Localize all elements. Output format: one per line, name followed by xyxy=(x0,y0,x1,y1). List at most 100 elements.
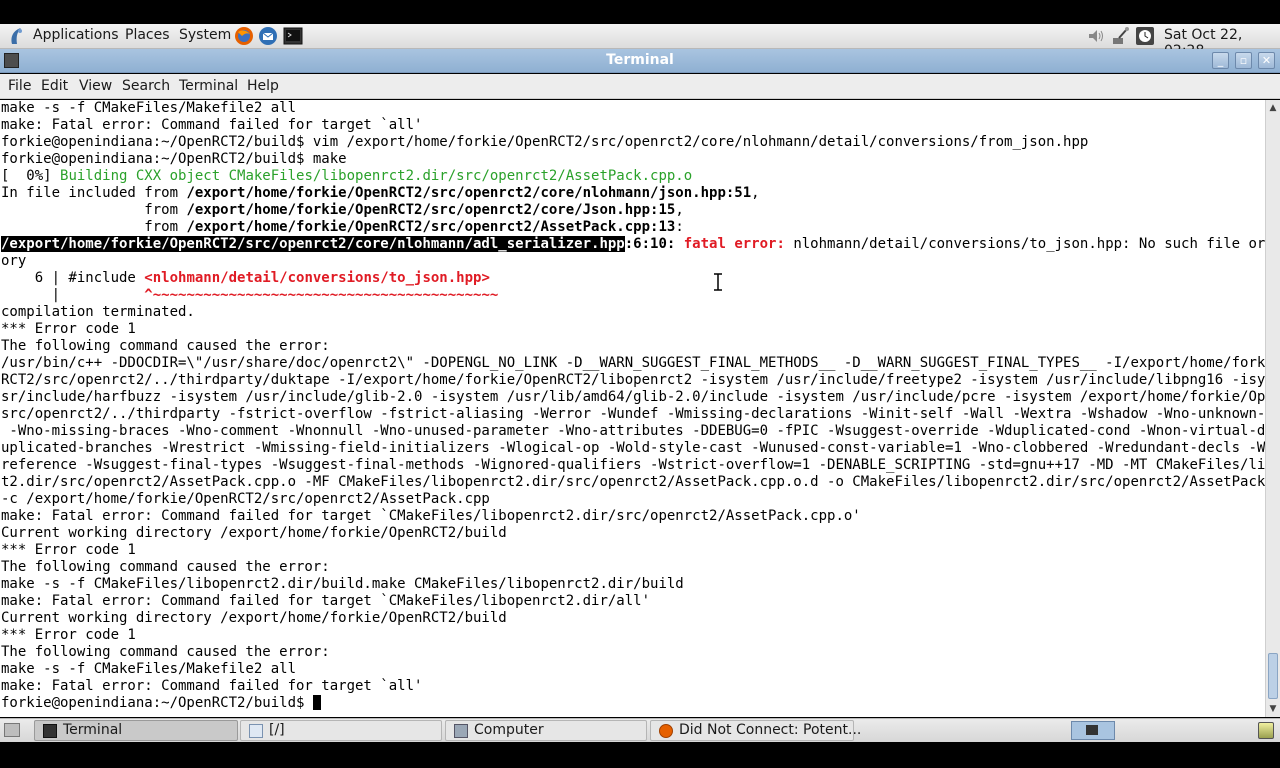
error-location: :6:10: xyxy=(624,236,684,252)
menu-help[interactable]: Help xyxy=(247,78,279,94)
source-gutter: | xyxy=(1,287,145,303)
network-icon[interactable] xyxy=(1111,26,1131,46)
include-path: /export/home/forkie/OpenRCT2/src/openrct… xyxy=(186,185,752,201)
terminal-line: The following command caused the error: xyxy=(1,559,330,575)
task-label: Terminal xyxy=(63,722,123,738)
terminal-line: ory xyxy=(1,253,27,269)
menu-edit[interactable]: Edit xyxy=(41,78,68,94)
scroll-down-icon[interactable]: ▼ xyxy=(1266,702,1280,716)
firefox-icon xyxy=(659,724,673,738)
terminal-line: reference -Wsuggest-final-types -Wsugges… xyxy=(1,457,1265,473)
terminal-icon[interactable] xyxy=(283,26,303,46)
terminal-line: make -s -f CMakeFiles/Makefile2 all xyxy=(1,661,297,677)
source-highlight: <nlohmann/detail/conversions/to_json.hpp… xyxy=(144,270,490,286)
terminal-line: -Wno-missing-braces -Wno-comment -Wnonnu… xyxy=(1,423,1265,439)
terminal-prompt-line[interactable]: forkie@openindiana:~/OpenRCT2/build$ xyxy=(1,695,321,712)
terminal-line: In file included from /export/home/forki… xyxy=(1,185,760,202)
window-title-bar[interactable]: Terminal _ ▫ ✕ xyxy=(0,49,1280,73)
maximize-icon[interactable]: ▫ xyxy=(1235,52,1252,69)
include-prefix: from xyxy=(1,219,187,235)
error-message: nlohmann/detail/conversions/to_json.hpp:… xyxy=(793,236,1265,252)
volume-icon[interactable] xyxy=(1086,26,1106,46)
task-computer[interactable]: Computer xyxy=(445,720,647,741)
applications-menu[interactable]: Applications xyxy=(33,27,119,43)
menu-view[interactable]: View xyxy=(79,78,112,94)
scroll-up-icon[interactable]: ▲ xyxy=(1266,101,1280,115)
terminal-line: The following command caused the error: xyxy=(1,644,330,660)
terminal-line: make -s -f CMakeFiles/Makefile2 all xyxy=(1,100,297,116)
bottom-panel: Terminal [/] Computer Did Not Connect: P… xyxy=(0,718,1280,742)
terminal-scrollbar[interactable]: ▲ ▼ xyxy=(1265,100,1280,717)
terminal-line: uplicated-branches -Wrestrict -Wmissing-… xyxy=(1,440,1265,456)
close-icon[interactable]: ✕ xyxy=(1258,52,1275,69)
source-caret: ^~~~~~~~~~~~~~~~~~~~~~~~~~~~~~~~~~~~~~~~… xyxy=(144,287,499,303)
terminal-line: from /export/home/forkie/OpenRCT2/src/op… xyxy=(1,202,684,219)
computer-icon xyxy=(454,724,468,738)
terminal-line: forkie@openindiana:~/OpenRCT2/build$ mak… xyxy=(1,151,347,167)
terminal-line: -c /export/home/forkie/OpenRCT2/src/open… xyxy=(1,491,490,507)
shell-prompt: forkie@openindiana:~/OpenRCT2/build$ xyxy=(1,695,313,711)
terminal-line: 6 | #include <nlohmann/detail/conversion… xyxy=(1,270,490,287)
terminal-line: [ 0%] Building CXX object CMakeFiles/lib… xyxy=(1,168,692,185)
terminal-line: make -s -f CMakeFiles/libopenrct2.dir/bu… xyxy=(1,576,684,592)
terminal-line: make: Fatal error: Command failed for ta… xyxy=(1,117,423,133)
terminal-line: *** Error code 1 xyxy=(1,542,136,558)
window-title: Terminal xyxy=(606,52,674,68)
terminal-line: src/openrct2/../thirdparty -fstrict-over… xyxy=(1,406,1265,422)
terminal-icon xyxy=(43,724,57,738)
task-label: Did Not Connect: Potent... xyxy=(679,722,862,738)
fatal-error-label: fatal error: xyxy=(683,236,794,252)
terminal-line: make: Fatal error: Command failed for ta… xyxy=(1,508,861,524)
firefox-icon[interactable] xyxy=(234,26,254,46)
minimize-icon[interactable]: _ xyxy=(1212,52,1229,69)
terminal-line: forkie@openindiana:~/OpenRCT2/build$ vim… xyxy=(1,134,1089,150)
terminal-line: make: Fatal error: Command failed for ta… xyxy=(1,678,423,694)
terminal-line: *** Error code 1 xyxy=(1,627,136,643)
include-prefix: from xyxy=(1,202,187,218)
openindiana-logo-icon[interactable] xyxy=(6,26,26,46)
clock-icon[interactable] xyxy=(1135,26,1155,46)
workspace-window-icon xyxy=(1086,725,1098,735)
terminal-line: make: Fatal error: Command failed for ta… xyxy=(1,593,651,609)
terminal-line: Current working directory /export/home/f… xyxy=(1,525,507,541)
ibeam-cursor-icon xyxy=(714,273,722,291)
thunderbird-icon[interactable] xyxy=(258,26,278,46)
menu-terminal[interactable]: Terminal xyxy=(179,78,238,94)
system-menu[interactable]: System xyxy=(179,27,231,43)
menu-search[interactable]: Search xyxy=(122,78,170,94)
task-label: [/] xyxy=(269,722,285,738)
text-cursor xyxy=(312,695,321,710)
terminal-line: from /export/home/forkie/OpenRCT2/src/op… xyxy=(1,219,684,236)
include-prefix: In file included from xyxy=(1,185,187,201)
terminal-line: sr/include/harfbuzz -isystem /usr/includ… xyxy=(1,389,1265,405)
include-suffix: , xyxy=(675,202,684,218)
include-suffix: : xyxy=(675,219,684,235)
trash-icon[interactable] xyxy=(1258,722,1274,739)
terminal-line: | ^~~~~~~~~~~~~~~~~~~~~~~~~~~~~~~~~~~~~~… xyxy=(1,287,499,304)
include-path: /export/home/forkie/OpenRCT2/src/openrct… xyxy=(186,202,676,218)
include-suffix: , xyxy=(751,185,760,201)
terminal-line: The following command caused the error: xyxy=(1,338,330,354)
folder-icon xyxy=(249,724,263,738)
terminal-menu-bar: File Edit View Search Terminal Help xyxy=(0,74,1280,99)
places-menu[interactable]: Places xyxy=(125,27,170,43)
terminal-line: t2.dir/src/openrct2/AssetPack.cpp.o -MF … xyxy=(1,474,1265,490)
scrollbar-thumb[interactable] xyxy=(1268,653,1278,699)
terminal-line: RCT2/src/openrct2/../thirdparty/duktape … xyxy=(1,372,1265,388)
progress-text: [ 0%] xyxy=(1,168,61,184)
terminal-line: /usr/bin/c++ -DDOCDIR=\"/usr/share/doc/o… xyxy=(1,355,1265,371)
terminal-line: *** Error code 1 xyxy=(1,321,136,337)
terminal-output[interactable]: make -s -f CMakeFiles/Makefile2 all make… xyxy=(0,100,1265,717)
selected-text[interactable]: /export/home/forkie/OpenRCT2/src/openrct… xyxy=(1,236,625,252)
build-status-text: Building CXX object CMakeFiles/libopenrc… xyxy=(60,168,693,184)
source-line: 6 | #include xyxy=(1,270,145,286)
terminal-line: compilation terminated. xyxy=(1,304,195,320)
task-firefox[interactable]: Did Not Connect: Potent... xyxy=(650,720,861,741)
task-file-browser[interactable]: [/] xyxy=(240,720,442,741)
show-desktop-icon[interactable] xyxy=(4,723,20,737)
top-panel: Applications Places System Sat Oct 22, 0… xyxy=(0,24,1280,59)
terminal-line: Current working directory /export/home/f… xyxy=(1,610,507,626)
menu-file[interactable]: File xyxy=(8,78,31,94)
terminal-line: /export/home/forkie/OpenRCT2/src/openrct… xyxy=(1,236,1265,253)
task-terminal[interactable]: Terminal xyxy=(34,720,238,741)
